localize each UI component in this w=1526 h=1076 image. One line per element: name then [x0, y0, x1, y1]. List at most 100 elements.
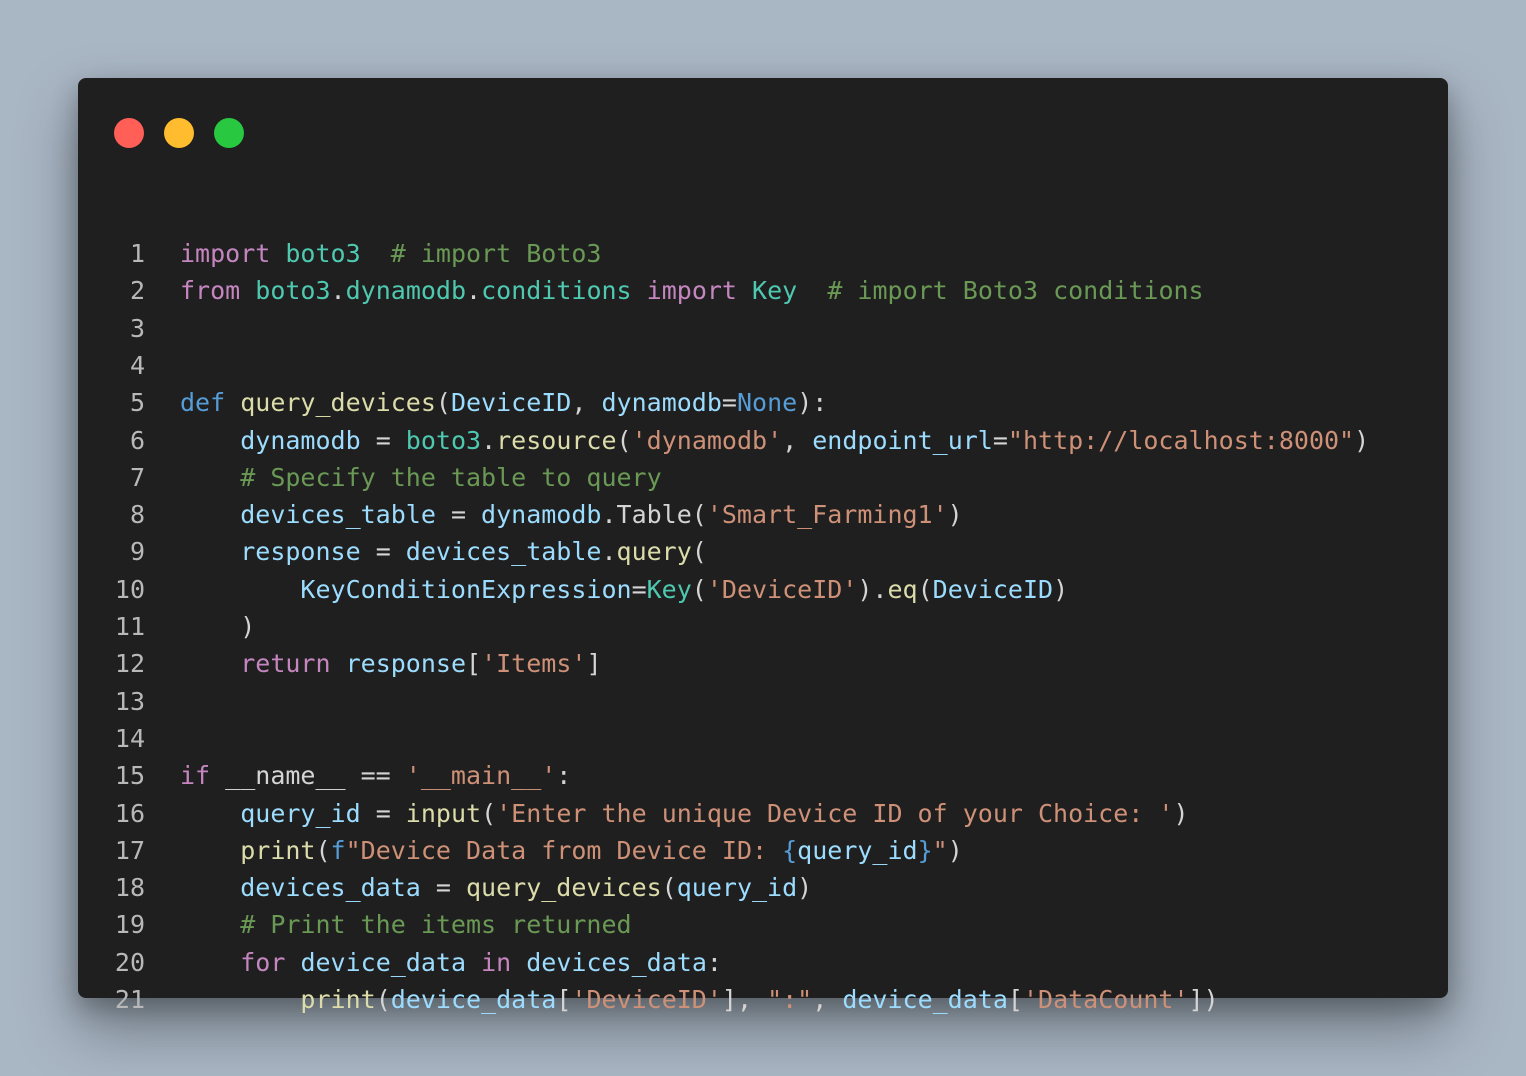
code-token: response: [345, 649, 467, 679]
code-token: query_id: [240, 798, 361, 828]
code-text: query_id = input('Enter the unique Devic…: [180, 795, 1188, 832]
code-token: [: [556, 985, 572, 1014]
code-token: =: [435, 500, 482, 530]
code-token: DeviceID: [932, 574, 1054, 604]
code-token: boto3: [405, 425, 482, 455]
code-token: DeviceID: [450, 388, 572, 418]
code-token: ]: [586, 649, 602, 679]
code-token: '__main__': [405, 761, 557, 791]
code-token: import: [646, 276, 737, 306]
code-text: def query_devices(DeviceID, dynamodb=Non…: [180, 384, 827, 421]
line-number: 17: [114, 835, 145, 865]
code-token: =: [420, 873, 466, 903]
minimize-button[interactable]: [164, 118, 194, 148]
code-token: (: [691, 574, 707, 604]
code-token: =: [721, 388, 737, 418]
code-token: ):: [797, 388, 828, 418]
line-number: 13: [114, 686, 145, 716]
code-text: for device_data in devices_data:: [180, 944, 722, 981]
code-token: (: [917, 574, 933, 604]
code-token: print: [300, 985, 376, 1014]
code-token: devices_data: [526, 947, 707, 977]
code-token: 'DataCount': [1022, 985, 1189, 1014]
code-text: # Specify the table to query: [180, 459, 662, 496]
code-token: boto3: [255, 276, 331, 306]
code-token: .: [466, 276, 482, 306]
code-token: in: [481, 947, 512, 977]
line-number: 6: [129, 425, 145, 455]
code-token: # import Boto3 conditions: [827, 276, 1204, 306]
code-token: input: [405, 798, 482, 828]
code-text: print(f"Device Data from Device ID: {que…: [180, 832, 963, 869]
code-token: (: [616, 425, 632, 455]
code-text: ): [180, 608, 255, 645]
code-text: KeyConditionExpression=Key('DeviceID').e…: [180, 571, 1068, 608]
line-number: 19: [114, 910, 145, 940]
line-number: 8: [129, 500, 145, 530]
code-token: # Print the items returned: [240, 910, 632, 940]
line-number: 21: [114, 985, 145, 1014]
code-token: ":": [767, 985, 813, 1014]
code-token: ": [932, 835, 948, 865]
code-text: import boto3 # import Boto3: [180, 235, 601, 272]
code-token: .: [330, 276, 346, 306]
code-token: 'DeviceID': [706, 574, 858, 604]
code-token: conditions: [481, 276, 632, 306]
code-token: [: [1007, 985, 1023, 1014]
code-token: def: [180, 388, 226, 418]
code-token: print: [240, 835, 316, 865]
line-number: 15: [114, 761, 145, 791]
code-token: 'Items': [481, 649, 587, 679]
maximize-button[interactable]: [214, 118, 244, 148]
line-number: 14: [114, 723, 145, 753]
code-token: 'dynamodb': [631, 425, 783, 455]
code-token: {: [782, 835, 798, 865]
line-number: 10: [114, 574, 145, 604]
code-token: ,: [782, 425, 813, 455]
code-token: __name__ ==: [210, 761, 406, 791]
code-token: ],: [721, 985, 768, 1014]
code-token: devices_table: [240, 500, 436, 530]
code-token: (: [661, 873, 677, 903]
code-token: Key: [646, 574, 692, 604]
code-text: return response['Items']: [180, 645, 602, 682]
code-text: from boto3.dynamodb.conditions import Ke…: [180, 272, 1204, 309]
code-token: (: [481, 798, 497, 828]
line-number: 20: [114, 947, 145, 977]
code-token: ): [947, 500, 963, 530]
code-token: device_data: [842, 985, 1008, 1014]
code-token: =: [360, 425, 406, 455]
code-token: :: [556, 761, 572, 791]
code-token: f: [330, 835, 346, 865]
code-token: eq: [887, 574, 918, 604]
code-token: .: [481, 425, 497, 455]
code-token: ): [1053, 574, 1069, 604]
code-token: # Specify the table to query: [240, 462, 662, 492]
line-number: 7: [129, 462, 145, 492]
code-token: if: [180, 761, 211, 791]
code-token: }: [917, 835, 933, 865]
code-token: ,: [812, 985, 843, 1014]
code-token: response: [240, 537, 361, 567]
close-button[interactable]: [114, 118, 144, 148]
code-token: query: [616, 537, 692, 567]
code-token: query_devices: [466, 873, 662, 903]
code-text: response = devices_table.query(: [180, 533, 707, 570]
line-number: 3: [129, 313, 145, 343]
